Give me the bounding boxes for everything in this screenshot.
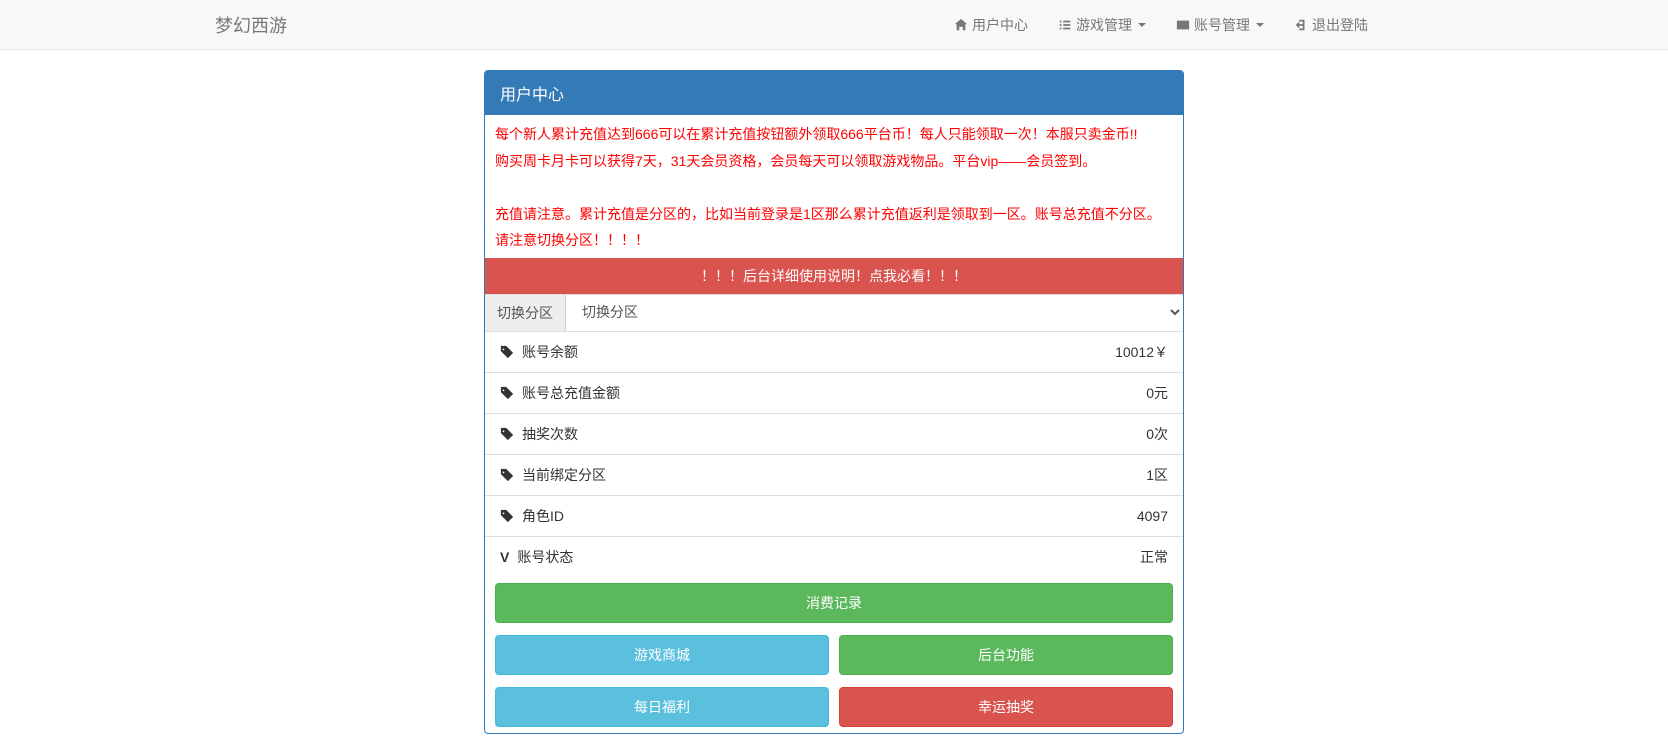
notice-block: 每个新人累计充值达到666可以在累计充值按钮额外领取666平台币！每人只能领取一…: [485, 115, 1183, 258]
logout-icon: [1294, 18, 1308, 32]
tag-icon: [500, 386, 514, 400]
nav-account-manage[interactable]: 账号管理: [1176, 15, 1264, 35]
notice-line-2: 购买周卡月卡可以获得7天，31天会员资格，会员每天可以领取游戏物品。平台vip—…: [495, 148, 1173, 175]
info-account-status: V 账号状态 正常: [485, 536, 1183, 577]
caret-icon: [1138, 23, 1146, 27]
info-list: 账号余额 10012￥ 账号总充值金额 0元 抽奖次数 0次 当前绑定分区 1区…: [485, 331, 1183, 577]
backend-button[interactable]: 后台功能: [839, 635, 1173, 675]
nav-game-manage[interactable]: 游戏管理: [1058, 15, 1146, 35]
lucky-draw-button[interactable]: 幸运抽奖: [839, 687, 1173, 727]
notice-line-3: 充值请注意。累计充值是分区的，比如当前登录是1区那么累计充值返利是领取到一区。账…: [495, 201, 1173, 254]
info-current-zone: 当前绑定分区 1区: [485, 454, 1183, 495]
navbar-nav: 用户中心 游戏管理 账号管理 退出登陆: [939, 15, 1653, 35]
card-icon: [1176, 18, 1190, 32]
nav-logout[interactable]: 退出登陆: [1294, 15, 1368, 35]
brand-link[interactable]: 梦幻西游: [15, 12, 287, 38]
info-label: 角色ID: [522, 506, 564, 526]
button-row-3: 每日福利 幸运抽奖: [485, 681, 1183, 733]
panel-title: 用户中心: [485, 71, 1183, 115]
game-shop-button[interactable]: 游戏商城: [495, 635, 829, 675]
consume-record-button[interactable]: 消费记录: [495, 583, 1173, 623]
info-balance: 账号余额 10012￥: [485, 331, 1183, 372]
notice-line-1: 每个新人累计充值达到666可以在累计充值按钮额外领取666平台币！每人只能领取一…: [495, 121, 1173, 148]
info-total-recharge: 账号总充值金额 0元: [485, 372, 1183, 413]
daily-welfare-button[interactable]: 每日福利: [495, 687, 829, 727]
navbar: 梦幻西游 用户中心 游戏管理 账号管理 退出登陆: [0, 0, 1668, 50]
list-icon: [1058, 18, 1072, 32]
info-role-id: 角色ID 4097: [485, 495, 1183, 536]
info-value: 10012￥: [1115, 342, 1168, 362]
zone-switch-group: 切换分区 切换分区: [485, 294, 1183, 331]
info-value: 正常: [1140, 547, 1168, 567]
nav-label: 退出登陆: [1312, 15, 1368, 35]
nav-label: 账号管理: [1194, 15, 1250, 35]
info-label: 账号状态: [517, 547, 573, 567]
button-row-2: 游戏商城 后台功能: [485, 629, 1183, 681]
info-lottery-count: 抽奖次数 0次: [485, 413, 1183, 454]
tag-icon: [500, 509, 514, 523]
alert-bar[interactable]: ！！！后台详细使用说明！点我必看！！！: [485, 258, 1183, 294]
home-icon: [954, 18, 968, 32]
zone-label: 切换分区: [485, 295, 566, 331]
nav-label: 游戏管理: [1076, 15, 1132, 35]
v-icon: V: [500, 549, 509, 565]
info-value: 1区: [1146, 465, 1168, 485]
button-row-1: 消费记录: [485, 577, 1183, 629]
caret-icon: [1256, 23, 1264, 27]
nav-user-center[interactable]: 用户中心: [954, 15, 1028, 35]
tag-icon: [500, 427, 514, 441]
info-label: 账号余额: [522, 342, 578, 362]
info-label: 账号总充值金额: [522, 383, 620, 403]
info-label: 抽奖次数: [522, 424, 578, 444]
tag-icon: [500, 468, 514, 482]
tag-icon: [500, 345, 514, 359]
info-label: 当前绑定分区: [522, 465, 606, 485]
info-value: 0次: [1146, 424, 1168, 444]
info-value: 0元: [1146, 383, 1168, 403]
user-center-panel: 用户中心 每个新人累计充值达到666可以在累计充值按钮额外领取666平台币！每人…: [484, 70, 1184, 734]
zone-select[interactable]: 切换分区: [566, 295, 1183, 329]
info-value: 4097: [1137, 508, 1168, 524]
nav-label: 用户中心: [972, 15, 1028, 35]
main-container: 用户中心 每个新人累计充值达到666可以在累计充值按钮额外领取666平台币！每人…: [484, 70, 1184, 734]
